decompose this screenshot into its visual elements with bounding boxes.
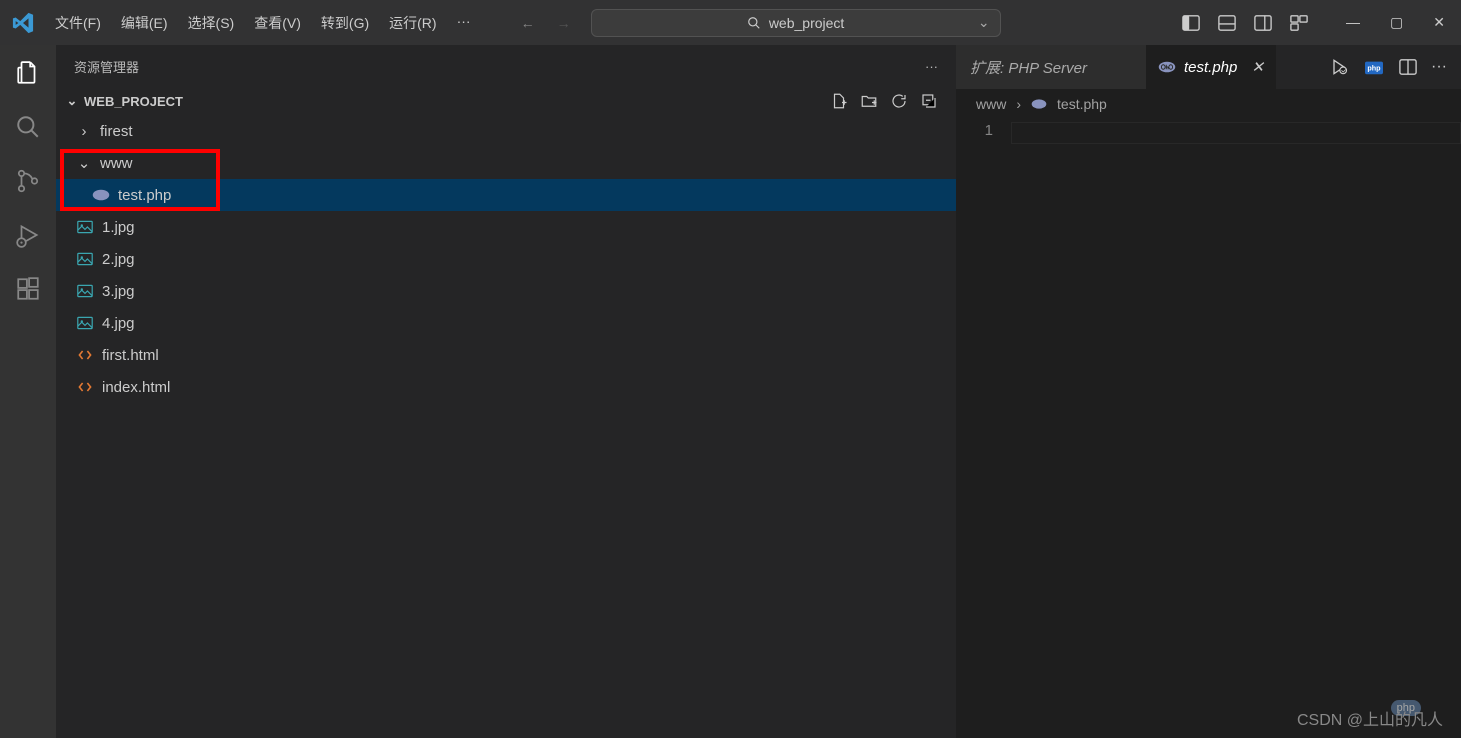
file-2.jpg[interactable]: 2.jpg: [56, 243, 956, 275]
folder-www[interactable]: ⌄ www: [56, 147, 956, 179]
menu-view[interactable]: 查看(V): [244, 5, 311, 41]
tree-item-label: www: [100, 155, 133, 172]
editor-area: 扩展: PHP Server test.php ✕ php ··· www ›: [956, 45, 1461, 738]
tree-item-label: 1.jpg: [102, 219, 135, 236]
img-icon: [76, 220, 94, 234]
sidebar-header: 资源管理器 ···: [56, 45, 956, 87]
sidebar-more-icon[interactable]: ···: [925, 59, 938, 74]
menu-bar: 文件(F) 编辑(E) 选择(S) 查看(V) 转到(G) 运行(R) ···: [45, 5, 481, 41]
tab-php-server[interactable]: 扩展: PHP Server: [956, 45, 1146, 89]
editor-body[interactable]: 1: [956, 118, 1461, 738]
img-icon: [76, 316, 94, 330]
tree-item-label: 2.jpg: [102, 251, 135, 268]
section-actions: [830, 92, 938, 110]
php-icon: [92, 188, 110, 202]
chevron-icon: ⌄: [76, 154, 92, 172]
menu-more-icon[interactable]: ···: [447, 5, 481, 41]
new-file-icon[interactable]: [830, 92, 848, 110]
img-icon: [76, 252, 94, 266]
line-gutter: 1: [956, 118, 1011, 738]
php-icon: [1031, 98, 1047, 110]
tree-item-label: test.php: [118, 187, 171, 204]
tree-item-label: 3.jpg: [102, 283, 135, 300]
tab-label: 扩展: PHP Server: [970, 57, 1087, 78]
menu-file[interactable]: 文件(F): [45, 5, 111, 41]
chevron-icon: ›: [76, 123, 92, 140]
sidebar-title: 资源管理器: [74, 57, 139, 76]
layout-primary-icon[interactable]: [1182, 14, 1200, 32]
menu-select[interactable]: 选择(S): [178, 5, 245, 41]
folder-firest[interactable]: › firest: [56, 115, 956, 147]
watermark: CSDN @上山的凡人: [1297, 706, 1443, 730]
tab-row: 扩展: PHP Server test.php ✕ php ···: [956, 45, 1461, 90]
code-area[interactable]: [1011, 118, 1461, 738]
chevron-right-icon: ›: [1016, 96, 1021, 112]
main: 资源管理器 ··· ⌄ WEB_PROJECT › firest ⌄ www test.…: [0, 45, 1461, 738]
svg-text:php: php: [1367, 64, 1381, 73]
maximize-icon[interactable]: ▢: [1390, 14, 1403, 31]
tab-close-icon[interactable]: ✕: [1251, 58, 1264, 76]
chevron-down-icon: ⌄: [64, 93, 80, 109]
activity-scm-icon[interactable]: [15, 168, 41, 194]
tree-item-label: first.html: [102, 347, 159, 364]
img-icon: [76, 284, 94, 298]
chevron-down-icon: ⌄: [978, 14, 990, 31]
command-center[interactable]: web_project ⌄: [591, 9, 1001, 37]
collapse-icon[interactable]: [920, 92, 938, 110]
command-center-text: web_project: [769, 15, 845, 31]
nav-forward-icon[interactable]: →: [557, 15, 571, 31]
layout-customize-icon[interactable]: [1290, 14, 1308, 32]
menu-goto[interactable]: 转到(G): [311, 5, 379, 41]
minimize-icon[interactable]: —: [1346, 14, 1360, 31]
tab-label: test.php: [1184, 59, 1237, 76]
tree-item-label: 4.jpg: [102, 315, 135, 332]
activity-extensions-icon[interactable]: [15, 276, 41, 302]
title-right: — ▢ ✕: [1182, 14, 1461, 32]
layout-panel-icon[interactable]: [1218, 14, 1236, 32]
php-serve-icon[interactable]: php: [1363, 58, 1385, 76]
nav-back-icon[interactable]: ←: [521, 15, 535, 31]
file-tree: › firest ⌄ www test.php 1.jpg 2.jpg 3.jpg 4.jpg f…: [56, 115, 956, 403]
project-header[interactable]: ⌄ WEB_PROJECT: [56, 87, 956, 115]
layout-right-icon[interactable]: [1254, 14, 1272, 32]
file-first.html[interactable]: first.html: [56, 339, 956, 371]
line-number: 1: [956, 122, 993, 139]
tab-actions: php ···: [1315, 45, 1461, 89]
file-1.jpg[interactable]: 1.jpg: [56, 211, 956, 243]
breadcrumb-segment[interactable]: www: [976, 96, 1006, 112]
file-index.html[interactable]: index.html: [56, 371, 956, 403]
html-icon: [76, 347, 94, 363]
nav-arrows: ← →: [521, 15, 571, 31]
file-3.jpg[interactable]: 3.jpg: [56, 275, 956, 307]
breadcrumb[interactable]: www › test.php: [956, 90, 1461, 118]
file-4.jpg[interactable]: 4.jpg: [56, 307, 956, 339]
new-folder-icon[interactable]: [860, 92, 878, 110]
editor-more-icon[interactable]: ···: [1431, 58, 1447, 76]
title-bar: 文件(F) 编辑(E) 选择(S) 查看(V) 转到(G) 运行(R) ··· …: [0, 0, 1461, 45]
activity-search-icon[interactable]: [15, 114, 41, 140]
window-controls: — ▢ ✕: [1346, 14, 1445, 31]
refresh-icon[interactable]: [890, 92, 908, 110]
vscode-icon: [0, 12, 45, 34]
menu-run[interactable]: 运行(R): [379, 5, 446, 41]
tree-item-label: firest: [100, 123, 133, 140]
activity-bar: [0, 45, 56, 738]
breadcrumb-segment[interactable]: test.php: [1057, 96, 1107, 112]
file-test.php[interactable]: test.php: [56, 179, 956, 211]
run-debug-icon[interactable]: [1329, 57, 1349, 77]
php-icon: [1158, 60, 1176, 74]
split-editor-icon[interactable]: [1399, 58, 1417, 76]
tab-test-php[interactable]: test.php ✕: [1146, 45, 1276, 89]
menu-edit[interactable]: 编辑(E): [111, 5, 178, 41]
project-name: WEB_PROJECT: [84, 94, 183, 109]
search-icon: [747, 16, 761, 30]
tree-item-label: index.html: [102, 379, 170, 396]
active-line[interactable]: [1011, 122, 1461, 144]
sidebar: 资源管理器 ··· ⌄ WEB_PROJECT › firest ⌄ www test.…: [56, 45, 956, 738]
html-icon: [76, 379, 94, 395]
close-icon[interactable]: ✕: [1433, 14, 1445, 31]
activity-debug-icon[interactable]: [15, 222, 41, 248]
activity-explorer-icon[interactable]: [15, 60, 41, 86]
